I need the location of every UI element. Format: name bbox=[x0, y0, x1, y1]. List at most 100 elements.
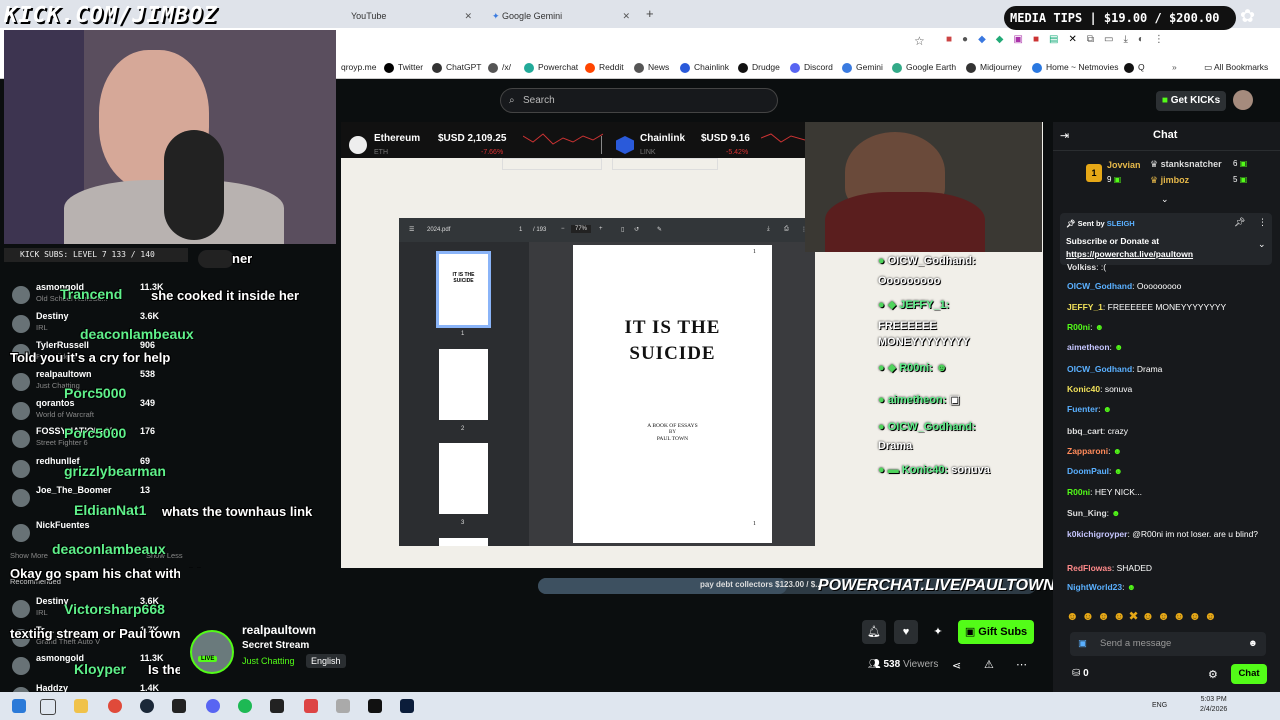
pdf-thumbnail[interactable]: IT IS THE SUICIDE bbox=[436, 251, 491, 328]
bookmark-chainlink[interactable]: Chainlink bbox=[680, 56, 729, 78]
bookmark-x[interactable]: /x/ bbox=[488, 56, 511, 78]
zoom-in-icon[interactable]: + bbox=[599, 226, 603, 232]
x-app-icon[interactable] bbox=[368, 699, 382, 713]
extension-icon[interactable]: ■ bbox=[1033, 34, 1039, 45]
app-icon[interactable] bbox=[304, 699, 318, 713]
channel-avatar[interactable] bbox=[12, 286, 30, 304]
chat-username[interactable]: Fuenter bbox=[1067, 404, 1098, 414]
channel-avatar[interactable] bbox=[12, 402, 30, 420]
sidebar-channel-name[interactable]: realpaultown bbox=[36, 369, 92, 379]
send-chat-button[interactable]: Chat bbox=[1231, 664, 1267, 684]
steam-icon[interactable] bbox=[140, 699, 154, 713]
x-icon[interactable]: ✕ bbox=[1068, 34, 1076, 45]
task-view-icon[interactable] bbox=[40, 699, 56, 715]
avatar[interactable] bbox=[1233, 90, 1253, 110]
chat-username[interactable]: Sun_King bbox=[1067, 508, 1107, 518]
collapse-chat-icon[interactable]: ⇥ bbox=[1060, 129, 1069, 142]
all-bookmarks[interactable]: ▭ All Bookmarks bbox=[1204, 56, 1268, 78]
rotate-icon[interactable]: ↺ bbox=[634, 226, 639, 233]
get-kicks-button[interactable]: ■ Get KICKs bbox=[1156, 91, 1226, 111]
channel-avatar[interactable] bbox=[12, 600, 30, 618]
file-explorer-icon[interactable] bbox=[74, 699, 88, 713]
bookmark-news[interactable]: News bbox=[634, 56, 669, 78]
chat-username[interactable]: DoomPaul bbox=[1067, 466, 1109, 476]
tab-youtube[interactable]: YouTube ✕ bbox=[343, 4, 478, 28]
emoji-icon[interactable]: ☻ bbox=[1248, 632, 1258, 656]
terminal-icon[interactable] bbox=[172, 699, 186, 713]
download-icon[interactable]: ⤓ bbox=[767, 226, 770, 233]
channel-avatar[interactable] bbox=[12, 430, 30, 448]
more-icon[interactable]: ⋯ bbox=[1016, 658, 1027, 671]
menu-icon[interactable]: ☰ bbox=[409, 226, 414, 233]
profile-icon[interactable]: ◐ bbox=[1138, 34, 1144, 45]
report-icon[interactable]: ⚠ bbox=[984, 658, 994, 671]
pdf-thumbnail[interactable] bbox=[439, 349, 488, 420]
star-icon[interactable]: ☆ bbox=[914, 34, 925, 48]
bookmark-netmovies[interactable]: Home ~ Netmovies bbox=[1032, 56, 1119, 78]
print-icon[interactable]: ⎙ bbox=[784, 226, 789, 233]
chat-username[interactable]: aimetheon bbox=[1067, 342, 1110, 352]
bookmark-twitter[interactable]: Twitter bbox=[384, 56, 423, 78]
chat-username[interactable]: k0kichigroyper bbox=[1067, 529, 1127, 539]
app-icon[interactable] bbox=[336, 699, 350, 713]
pdf-zoom[interactable]: 77% bbox=[571, 225, 592, 233]
stream-category[interactable]: Just Chatting bbox=[242, 656, 295, 666]
show-more-link[interactable]: Show More bbox=[10, 551, 48, 560]
close-icon[interactable]: ✕ bbox=[464, 4, 472, 28]
search-input[interactable]: ⌕ Search bbox=[500, 88, 778, 113]
close-icon[interactable]: ✕ bbox=[622, 4, 630, 28]
photoshop-icon[interactable] bbox=[400, 699, 414, 713]
top-gifter[interactable]: ♛ jimboz bbox=[1150, 175, 1189, 186]
chevron-down-icon[interactable]: ⌄ bbox=[1161, 194, 1169, 205]
channel-avatar[interactable] bbox=[12, 524, 30, 542]
more-icon[interactable]: ⋮ bbox=[1258, 217, 1267, 228]
discord-icon[interactable] bbox=[206, 699, 220, 713]
input-language[interactable]: ENG bbox=[1152, 702, 1167, 709]
streamer-name[interactable]: realpaultown bbox=[242, 623, 316, 637]
settings-gear-icon[interactable]: ⚙ bbox=[1208, 668, 1218, 681]
pdf-thumbnail[interactable] bbox=[439, 443, 488, 514]
chat-username[interactable]: OICW_Godhand bbox=[1067, 281, 1132, 291]
bookmark-drudge[interactable]: Drudge bbox=[738, 56, 780, 78]
download-icon[interactable]: ⤓ bbox=[1123, 34, 1127, 45]
fit-page-icon[interactable]: ▯ bbox=[621, 226, 624, 233]
bookmark-reddit[interactable]: Reddit bbox=[585, 56, 624, 78]
bookmark-q[interactable]: Q bbox=[1124, 56, 1145, 78]
share-icon[interactable]: ⋖ bbox=[952, 659, 961, 672]
pdf-page-number[interactable]: 1 bbox=[519, 227, 522, 233]
chat-username[interactable]: Konic40 bbox=[1067, 384, 1100, 394]
top-gifter-name[interactable]: Jovvian bbox=[1107, 160, 1141, 170]
menu-icon[interactable]: ⋮ bbox=[1154, 34, 1164, 45]
streamer-avatar[interactable] bbox=[190, 630, 234, 674]
bookmark-chatgpt[interactable]: ChatGPT bbox=[432, 56, 481, 78]
extension-icon[interactable]: ▤ bbox=[1049, 34, 1058, 45]
chat-username[interactable]: R00ni bbox=[1067, 322, 1090, 332]
chat-username[interactable]: R00ni bbox=[1067, 487, 1090, 497]
sparkle-icon[interactable]: ✦ bbox=[926, 620, 950, 644]
windows-start-icon[interactable] bbox=[12, 699, 26, 713]
tab-google-gemini[interactable]: ✦ Google Gemini ✕ bbox=[484, 4, 636, 28]
sidebar-channel-name[interactable]: Destiny bbox=[36, 311, 69, 321]
sidebar-icon[interactable]: ▭ bbox=[1104, 34, 1113, 45]
channel-avatar[interactable] bbox=[12, 315, 30, 333]
chrome-icon[interactable] bbox=[108, 699, 122, 713]
chat-username[interactable]: NightWorld23 bbox=[1067, 582, 1122, 592]
top-gifter[interactable]: ♛ stanksnatcher bbox=[1150, 159, 1222, 170]
chat-username[interactable]: Zapparoni bbox=[1067, 446, 1108, 456]
chat-input[interactable]: ▣ Send a message ☻ bbox=[1070, 632, 1266, 656]
channel-avatar[interactable] bbox=[12, 657, 30, 675]
language-tag[interactable]: English bbox=[306, 654, 346, 668]
extension-icon[interactable]: ■ bbox=[946, 34, 952, 45]
chat-username[interactable]: JEFFY_1 bbox=[1067, 302, 1103, 312]
heart-icon[interactable]: ♥ bbox=[894, 620, 918, 644]
pin-icon[interactable]: 📌︎ bbox=[1234, 217, 1245, 228]
spotify-icon[interactable] bbox=[238, 699, 252, 713]
new-tab-button[interactable]: + bbox=[646, 6, 654, 21]
channel-avatar[interactable] bbox=[12, 460, 30, 478]
extension-icon[interactable]: ◆ bbox=[978, 34, 986, 45]
bookmark-powerchat[interactable]: Powerchat bbox=[524, 56, 578, 78]
puzzle-icon[interactable]: ⧉ bbox=[1087, 34, 1094, 45]
chat-username[interactable]: bbq_cart bbox=[1067, 426, 1103, 436]
chat-username[interactable]: OICW_Godhand bbox=[1067, 364, 1132, 374]
app-icon[interactable] bbox=[270, 699, 284, 713]
